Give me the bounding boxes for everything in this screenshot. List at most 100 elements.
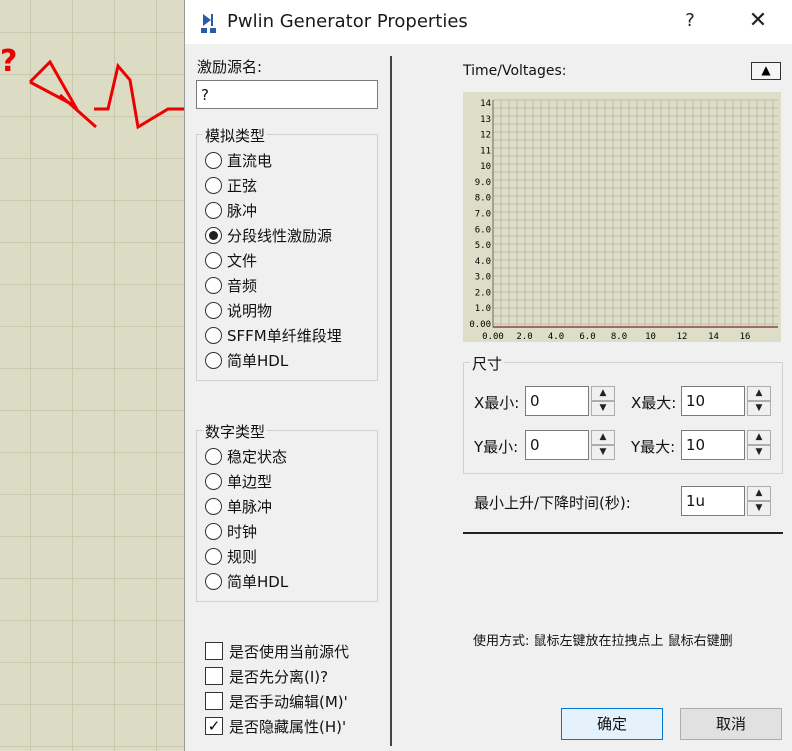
radio-button[interactable] (205, 447, 222, 465)
digital-type-group: 数字类型 稳定状态 单边型 单脉冲 时钟 规则 简单HDL (196, 421, 378, 602)
radio-button[interactable] (205, 276, 222, 294)
pwlin-properties-dialog: Pwlin Generator Properties ? ✕ 激励源名: 模拟类… (184, 0, 792, 751)
close-button[interactable]: ✕ (741, 8, 775, 36)
time-voltage-graph[interactable]: 14 13 12 11 10 9.0 8.0 7.0 6.0 5.0 4.0 3.0 2.0 1.0 0.0… (463, 92, 781, 342)
radio-button[interactable] (205, 472, 222, 490)
radio-button[interactable] (205, 326, 222, 344)
checkbox-unchecked[interactable] (205, 642, 223, 660)
y-tick-label: 8.0 (475, 194, 491, 204)
y-tick-label: 6.0 (475, 225, 491, 235)
ymax-input[interactable] (681, 430, 745, 460)
analog-option[interactable]: SFFM单纤维段埋 (205, 324, 342, 346)
analog-type-title: 模拟类型 (203, 125, 268, 146)
y-tick-label: 14 (480, 99, 491, 109)
ymax-label: Y最大: (631, 438, 676, 456)
red-waveform-sketch (28, 59, 184, 130)
radio-button[interactable] (205, 176, 222, 194)
x-tick-label: 2.0 (516, 332, 532, 342)
analog-option-label: 脉冲 (227, 201, 258, 220)
x-tick-label: 0.00 (482, 332, 504, 342)
xmin-input[interactable] (525, 386, 589, 416)
spin-up-icon[interactable]: ▲ (591, 430, 615, 445)
digital-option-label: 规则 (227, 547, 258, 566)
spin-down-icon[interactable]: ▼ (591, 445, 615, 460)
spin-down-icon[interactable]: ▼ (747, 401, 771, 416)
radio-button[interactable] (205, 201, 222, 219)
option-checkbox-row[interactable]: 是否手动编辑(M)' (205, 690, 355, 712)
analog-option[interactable]: 简单HDL (205, 349, 288, 371)
radio-button[interactable] (205, 301, 222, 319)
y-tick-label: 12 (480, 131, 491, 141)
x-tick-label: 16 (740, 332, 751, 342)
xmax-input[interactable] (681, 386, 745, 416)
analog-option[interactable]: 直流电 (205, 149, 272, 171)
source-name-input[interactable] (196, 80, 378, 109)
option-checkbox-row[interactable]: ✓ 是否隐藏属性(H)' (205, 715, 355, 737)
spin-down-icon[interactable]: ▼ (747, 445, 771, 460)
checkbox-checked[interactable]: ✓ (205, 717, 223, 735)
checkbox-label: 是否使用当前源代 (229, 642, 350, 661)
rise-fall-spinner: ▲▼ (681, 486, 771, 516)
title-bar[interactable]: Pwlin Generator Properties ? ✕ (185, 0, 792, 44)
y-tick-label: 2.0 (475, 288, 491, 298)
rise-fall-input[interactable] (681, 486, 745, 516)
y-tick-label: 4.0 (475, 257, 491, 267)
ok-button[interactable]: 确定 (561, 708, 663, 740)
checkbox-label: 是否隐藏属性(H)' (229, 717, 347, 736)
cancel-button[interactable]: 取消 (680, 708, 782, 740)
help-button[interactable]: ? (675, 10, 705, 34)
spin-up-icon[interactable]: ▲ (747, 486, 771, 501)
graph-label: Time/Voltages: (463, 63, 567, 79)
y-tick-label: 1.0 (475, 304, 491, 314)
radio-button[interactable] (205, 547, 222, 565)
digital-option[interactable]: 时钟 (205, 520, 257, 542)
digital-option[interactable]: 规则 (205, 545, 257, 567)
ymin-label: Y最小: (474, 438, 519, 456)
checkbox-unchecked[interactable] (205, 692, 223, 710)
spin-down-icon[interactable]: ▼ (591, 401, 615, 416)
x-tick-label: 6.0 (579, 332, 595, 342)
radio-button[interactable] (205, 251, 222, 269)
radio-button[interactable] (205, 497, 222, 515)
analog-option-label: 直流电 (227, 151, 273, 170)
ymin-input[interactable] (525, 430, 589, 460)
spin-up-icon[interactable]: ▲ (747, 430, 771, 445)
radio-button[interactable] (205, 522, 222, 540)
digital-option[interactable]: 稳定状态 (205, 445, 287, 467)
digital-option-label: 简单HDL (227, 572, 289, 591)
x-tick-label: 10 (645, 332, 656, 342)
radio-button[interactable] (205, 572, 222, 590)
checkbox-label: 是否手动编辑(M)' (229, 692, 348, 711)
analog-option-label: 分段线性激励源 (227, 226, 333, 245)
dialog-title: Pwlin Generator Properties (227, 11, 468, 32)
analog-option[interactable]: 说明物 (205, 299, 272, 321)
vertical-separator (390, 56, 392, 746)
size-title: 尺寸 (470, 353, 505, 374)
radio-button[interactable] (205, 351, 222, 369)
spin-down-icon[interactable]: ▼ (747, 501, 771, 516)
radio-button[interactable] (205, 151, 222, 169)
radio-button[interactable] (205, 226, 222, 244)
analog-option[interactable]: 文件 (205, 249, 257, 271)
digital-option[interactable]: 简单HDL (205, 570, 288, 592)
usage-hint: 使用方式: 鼠标左键放在拉拽点上 鼠标右键删 (473, 634, 733, 649)
x-tick-label: 8.0 (611, 332, 627, 342)
analog-option[interactable]: 分段线性激励源 (205, 224, 332, 246)
analog-option[interactable]: 脉冲 (205, 199, 257, 221)
option-checkbox-row[interactable]: 是否先分离(I)? (205, 665, 355, 687)
xmax-spinner: ▲▼ (681, 386, 771, 416)
analog-option[interactable]: 音频 (205, 274, 257, 296)
collapse-graph-button[interactable]: ▲ (751, 62, 781, 80)
y-tick-label: 9.0 (475, 178, 491, 188)
spin-up-icon[interactable]: ▲ (591, 386, 615, 401)
option-checkbox-row[interactable]: 是否使用当前源代 (205, 640, 355, 662)
analog-option[interactable]: 正弦 (205, 174, 257, 196)
ymax-spinner: ▲▼ (681, 430, 771, 460)
digital-option-label: 稳定状态 (227, 447, 288, 466)
analog-option-label: 正弦 (227, 176, 258, 195)
y-tick-label: 10 (480, 162, 491, 172)
spin-up-icon[interactable]: ▲ (747, 386, 771, 401)
digital-option[interactable]: 单脉冲 (205, 495, 272, 517)
checkbox-unchecked[interactable] (205, 667, 223, 685)
digital-option[interactable]: 单边型 (205, 470, 272, 492)
